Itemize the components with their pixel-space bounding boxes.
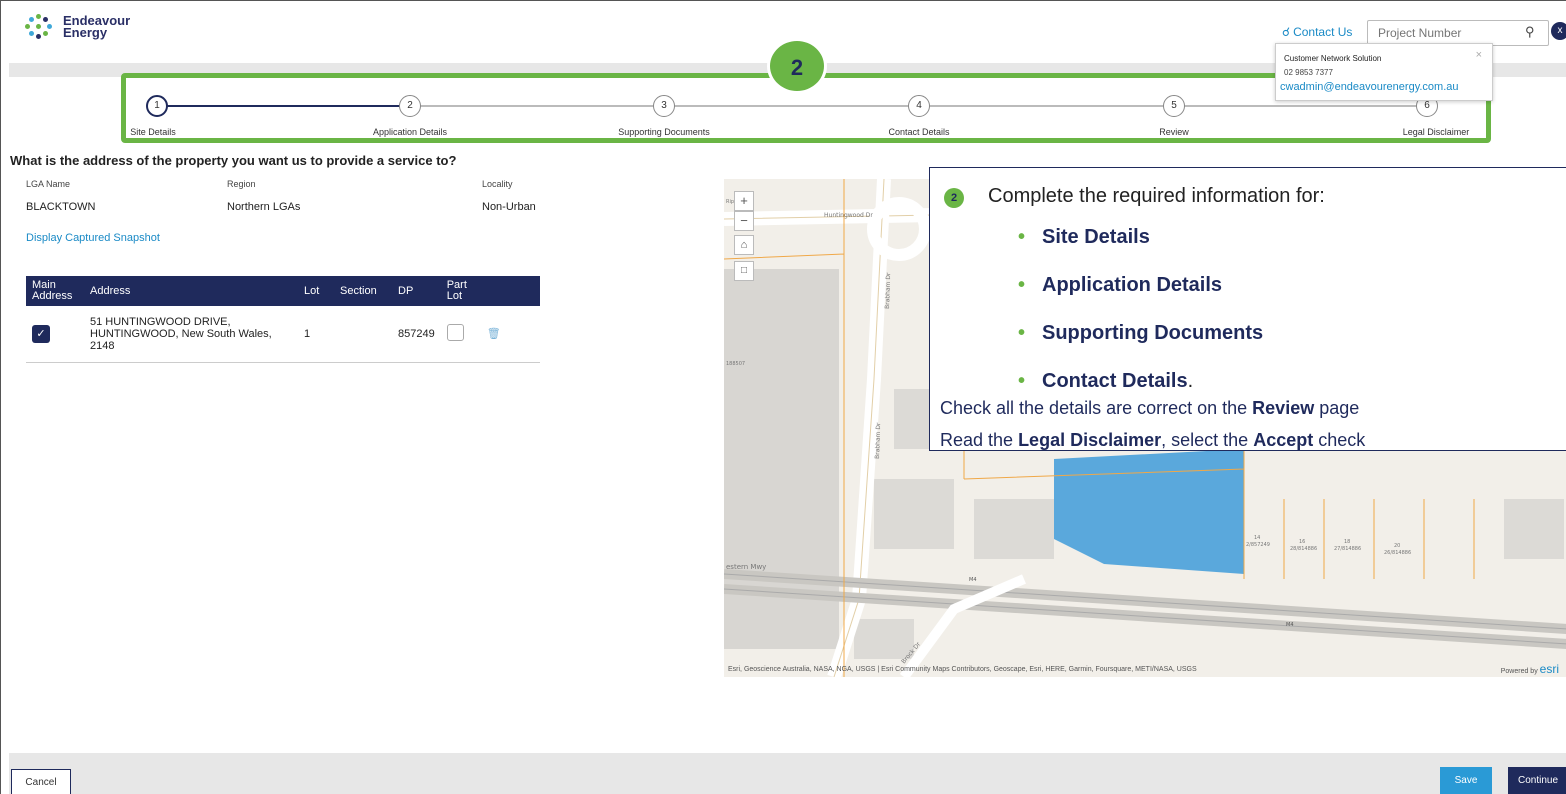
map-label-western-mwy: estern Mwy	[726, 563, 766, 571]
continue-button[interactable]: Continue	[1508, 767, 1566, 794]
step-5-label: Review	[1159, 127, 1189, 137]
popup-title: Customer Network Solution	[1284, 54, 1382, 63]
col-dp: DP	[392, 276, 441, 306]
map-label-huntingwood: Huntingwood Dr	[824, 212, 873, 219]
address-question: What is the address of the property you …	[10, 153, 457, 168]
step-3[interactable]: 3	[653, 95, 675, 117]
address-table: Main Address Address Lot Section DP Part…	[26, 276, 540, 363]
display-snapshot-link[interactable]: Display Captured Snapshot	[26, 232, 160, 244]
home-icon[interactable]: ⌂	[734, 235, 754, 255]
step-number-badge: 2	[767, 38, 827, 94]
step-4-label: Contact Details	[888, 127, 950, 137]
contact-us-label: Contact Us	[1293, 25, 1353, 39]
main-address-checkbox[interactable]: ✓	[32, 324, 50, 343]
map-label-brabham: Brabham Dr	[884, 272, 892, 309]
dp-cell: 857249	[392, 306, 441, 363]
lga-label: LGA Name	[26, 179, 71, 189]
table-row: ✓ 51 HUNTINGWOOD DRIVE, HUNTINGWOOD, New…	[26, 306, 540, 363]
col-lot: Lot	[298, 276, 334, 306]
step-1-label: Site Details	[130, 127, 176, 137]
callout-check-line: Check all the details are correct on the…	[940, 398, 1360, 418]
step-2-label: Application Details	[372, 127, 448, 137]
map-label-m4-a: M4	[969, 577, 977, 583]
region-value: Northern LGAs	[227, 201, 301, 213]
logo-dots-icon	[23, 13, 57, 41]
zoom-out-icon[interactable]: −	[734, 211, 754, 231]
brand-name: Endeavour Energy	[63, 13, 131, 40]
col-actions	[480, 276, 540, 306]
col-section: Section	[334, 276, 392, 306]
lga-value: BLACKTOWN	[26, 201, 96, 213]
section-cell	[334, 306, 392, 363]
popup-phone: 02 9853 7377	[1284, 68, 1333, 77]
map-label-lot-16-dp: 28/814886	[1290, 546, 1317, 552]
map-label-lot-20-dp: 26/814886	[1384, 550, 1411, 556]
step-5[interactable]: 5	[1163, 95, 1185, 117]
col-main-address: Main Address	[26, 276, 84, 306]
map-label-m4-b: M4	[1286, 622, 1294, 628]
endeavour-energy-logo[interactable]: Endeavour Energy	[23, 13, 130, 41]
cancel-button[interactable]: Cancel	[11, 769, 71, 794]
callout-intro: Complete the required information for:	[988, 185, 1325, 207]
region-label: Region	[227, 179, 256, 189]
map-label-lot-16: 16	[1299, 539, 1305, 545]
contact-popup: × Customer Network Solution 02 9853 7377…	[1275, 43, 1493, 101]
step-1[interactable]: 1	[146, 95, 168, 117]
table-header-row: Main Address Address Lot Section DP Part…	[26, 276, 540, 306]
map-label-lot-left: 188507	[726, 361, 745, 367]
map-label-lot-14: 14	[1254, 535, 1260, 541]
lot-cell: 1	[298, 306, 334, 363]
map-label-lot-14-dp: 2/857249	[1246, 542, 1270, 548]
popup-email-link[interactable]: cwadmin@endeavourenergy.com.au	[1280, 81, 1459, 93]
map-label-brabham-2: Brabham Dr	[874, 422, 882, 459]
step-4[interactable]: 4	[908, 95, 930, 117]
step-6-label: Legal Disclaimer	[1402, 127, 1470, 137]
part-lot-checkbox[interactable]	[446, 323, 464, 341]
col-part-lot: Part Lot	[440, 276, 481, 306]
app-window: Endeavour Energy ☌ Contact Us ⚲ x 1 2 3 …	[0, 0, 1566, 794]
basemap-icon[interactable]: □	[734, 261, 754, 281]
callout-read-line: Read the Legal Disclaimer, select the Ac…	[940, 430, 1366, 450]
map-label-lot-18: 18	[1344, 539, 1350, 545]
esri-credit: Powered by esri	[1500, 662, 1559, 676]
address-cell: 51 HUNTINGWOOD DRIVE, HUNTINGWOOD, New S…	[84, 306, 298, 363]
step-2[interactable]: 2	[399, 95, 421, 117]
locality-label: Locality	[482, 179, 513, 189]
contact-us-link[interactable]: ☌ Contact Us	[1282, 25, 1352, 39]
map-attribution: Esri, Geoscience Australia, NASA, NGA, U…	[728, 666, 1197, 673]
save-button[interactable]: Save	[1440, 767, 1492, 794]
map-label-lot-18-dp: 27/814886	[1334, 546, 1361, 552]
callout-item: Site Details	[1018, 226, 1263, 274]
esri-logo: esri	[1539, 662, 1559, 676]
footer-bar	[9, 753, 1566, 794]
delete-icon[interactable]: 🗑	[487, 328, 501, 340]
instruction-callout: 2 Complete the required information for:…	[929, 167, 1566, 451]
callout-item: Supporting Documents	[1018, 322, 1263, 370]
step-3-label: Supporting Documents	[618, 127, 710, 137]
callout-number-badge: 2	[944, 188, 964, 208]
callout-item: Application Details	[1018, 274, 1263, 322]
search-icon[interactable]: ⚲	[1525, 24, 1535, 40]
map-label-lot-20: 20	[1394, 543, 1400, 549]
callout-list: Site Details Application Details Support…	[1018, 226, 1263, 418]
popup-close-icon[interactable]: ×	[1476, 49, 1482, 61]
headset-icon: ☌	[1282, 25, 1291, 39]
step-connector-complete	[152, 105, 410, 107]
col-address: Address	[84, 276, 298, 306]
close-icon[interactable]: x	[1551, 22, 1566, 40]
locality-value: Non-Urban	[482, 201, 536, 213]
zoom-in-icon[interactable]: +	[734, 191, 754, 211]
